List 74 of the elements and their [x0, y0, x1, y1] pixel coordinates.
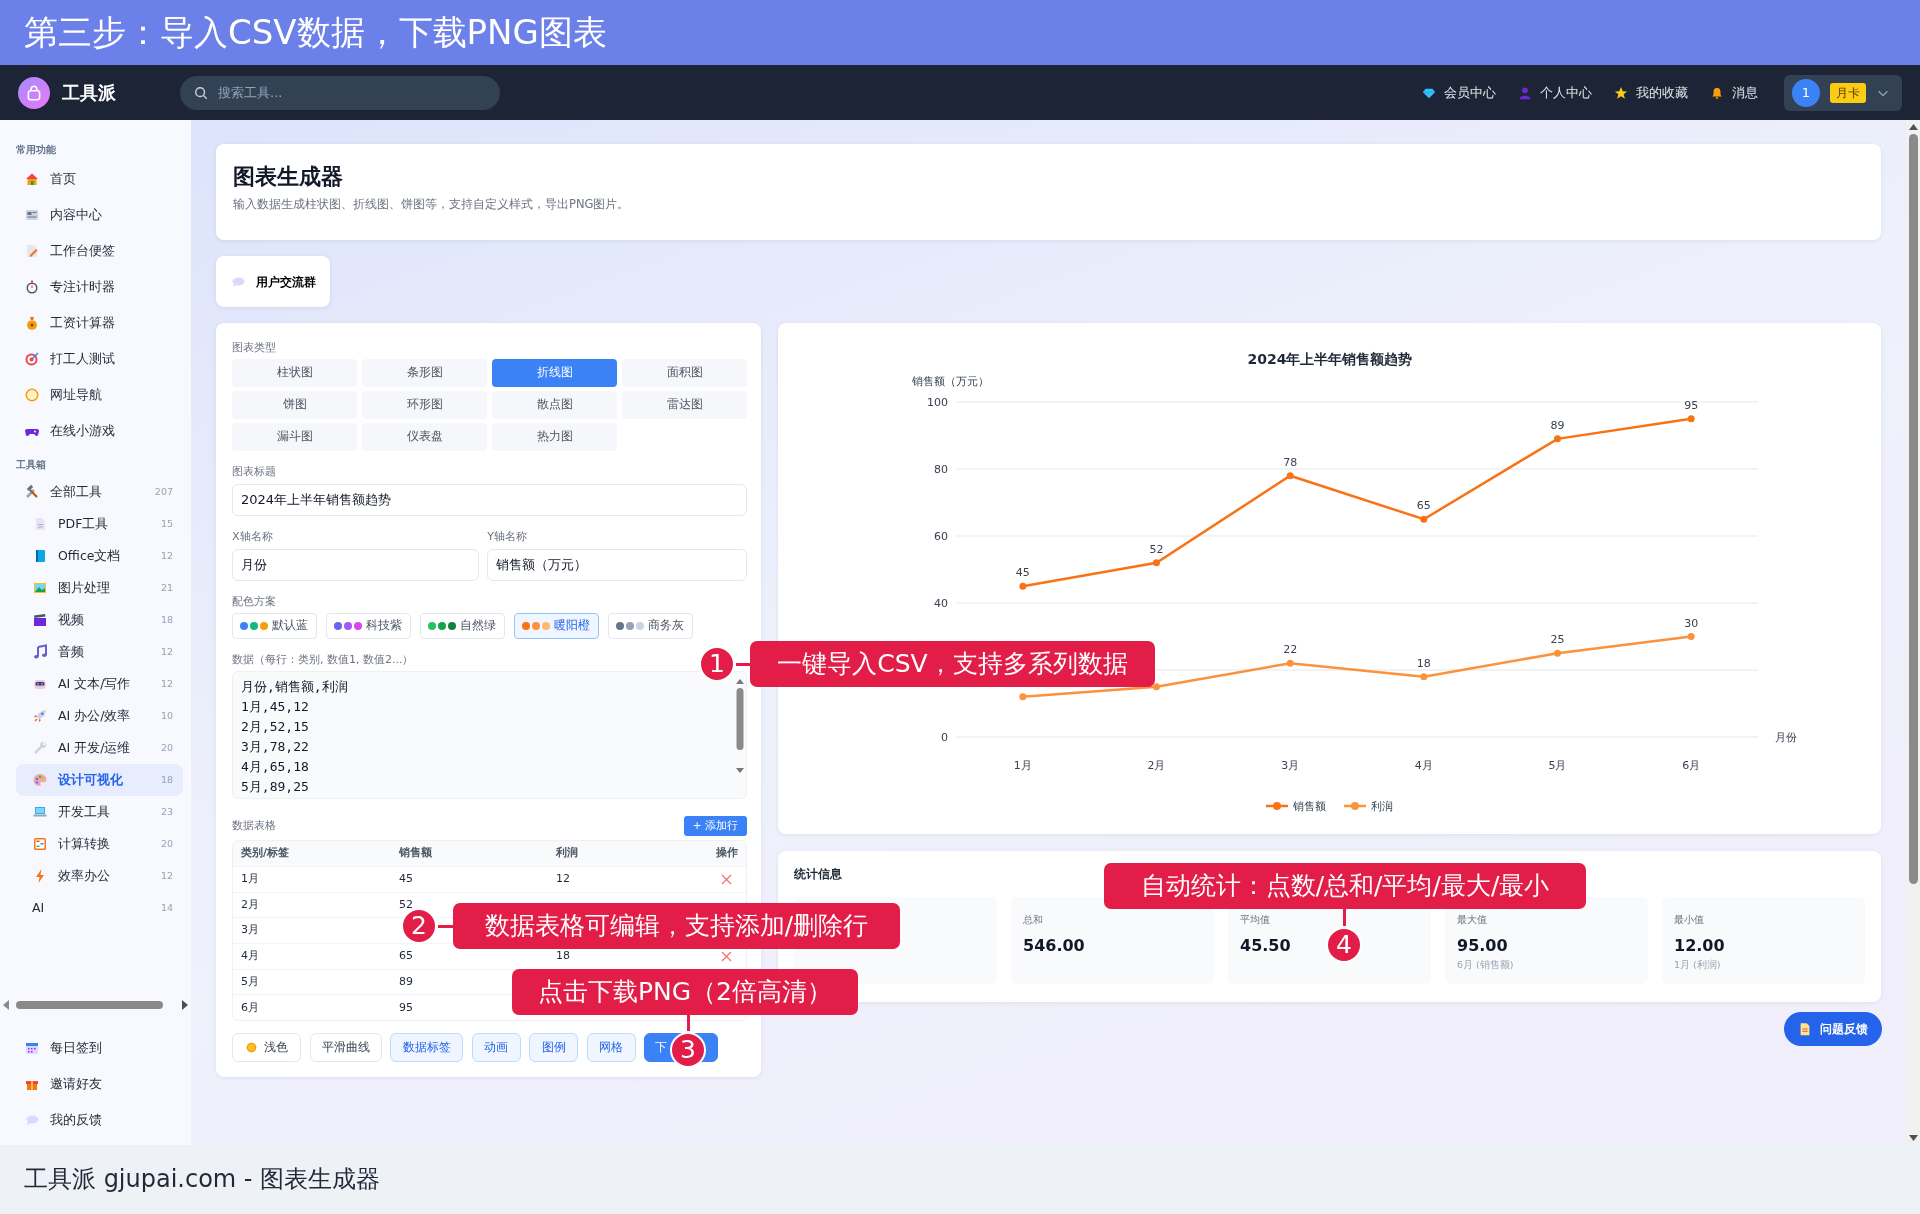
legend-item: 销售额: [1266, 800, 1326, 812]
callout-tooltip: 一键导入CSV，支持多系列数据: [750, 641, 1155, 687]
field-label: X轴名称: [232, 530, 273, 544]
item-count: 12: [160, 676, 173, 691]
membership-badge: 月卡: [1830, 82, 1866, 103]
page-subtitle: 输入数据生成柱状图、折线图、饼图等，支持自定义样式，导出PNG图片。: [233, 196, 631, 214]
data-label: 45: [1015, 566, 1030, 580]
tick-label: 40: [934, 597, 948, 610]
item-count: 20: [160, 740, 173, 755]
stat-label: 平均值: [1240, 913, 1270, 926]
stat-note: 6月 (销售额): [1457, 958, 1515, 971]
data-label: 30: [1684, 616, 1699, 630]
item-count: 10: [160, 708, 173, 723]
stat-value: 12.00: [1674, 936, 1725, 956]
stat-label: 最小值: [1674, 913, 1704, 926]
item-count: 15: [160, 516, 173, 531]
stat-value: 45.50: [1240, 936, 1291, 956]
tick-label: 6月: [1682, 759, 1701, 772]
stat-value: 95.00: [1457, 936, 1508, 956]
field-label: Y轴名称: [487, 530, 528, 544]
stat-value: 546.00: [1023, 936, 1085, 956]
data-label: 22: [1283, 643, 1298, 657]
item-count: 14: [160, 900, 173, 915]
legend-item: 利润: [1344, 800, 1393, 812]
item-count: 21: [160, 580, 173, 595]
axis-title: 月份: [1775, 731, 1797, 744]
axis-title: 销售额（万元）: [911, 375, 989, 388]
tick-label: 2月: [1147, 759, 1166, 772]
column-header: 类别/标签: [241, 845, 291, 862]
item-count: 12: [160, 868, 173, 883]
tick-label: 1月: [1013, 759, 1032, 772]
item-count: 23: [160, 804, 173, 819]
item-count: 12: [160, 644, 173, 659]
field-label: 图表标题: [232, 465, 276, 479]
item-count: 12: [160, 548, 173, 563]
tick-label: 4月: [1414, 759, 1433, 772]
data-label: 52: [1149, 542, 1164, 556]
stat-label: 总和: [1023, 913, 1043, 926]
tick-label: 5月: [1548, 759, 1567, 772]
tick-label: 80: [934, 463, 948, 476]
field-label: 配色方案: [232, 595, 276, 609]
legend-label: 销售额: [1292, 800, 1326, 812]
data-label: 65: [1416, 499, 1431, 513]
item-count: 18: [160, 772, 173, 787]
callout-tooltip: 数据表格可编辑，支持添加/删除行: [453, 903, 900, 949]
item-count: 207: [154, 484, 173, 499]
data-label: 89: [1550, 418, 1565, 432]
data-label: 95: [1684, 398, 1699, 412]
section-heading: 工具箱: [15, 458, 47, 472]
tick-label: 3月: [1281, 759, 1300, 772]
chart-title: 2024年上半年销售额趋势: [1247, 351, 1413, 367]
column-header: 销售额: [399, 845, 433, 862]
data-label: 18: [1416, 656, 1431, 670]
stat-label: 最大值: [1457, 913, 1487, 926]
column-header: 利润: [556, 845, 579, 862]
tick-label: 60: [934, 530, 948, 543]
section-heading: 常用功能: [15, 143, 57, 157]
tick-label: 0: [941, 731, 948, 744]
data-label: 78: [1283, 455, 1298, 469]
field-label: 图表类型: [232, 341, 276, 355]
data-label: 25: [1550, 633, 1565, 647]
stat-note: 1月 (利润): [1674, 958, 1722, 971]
column-header: 操作: [715, 845, 738, 862]
legend-label: 利润: [1371, 800, 1393, 812]
banner-title: 第三步：导入CSV数据，下载PNG图表: [0, 0, 1920, 65]
item-count: 18: [160, 612, 173, 627]
field-label: 数据（每行：类别, 数值1, 数值2...）: [232, 653, 414, 667]
section-title: 统计信息: [794, 866, 843, 883]
page-title: 图表生成器: [233, 164, 344, 191]
field-label: 数据表格: [232, 819, 276, 833]
callout-tooltip: 点击下载PNG（2倍高清）: [512, 969, 858, 1015]
callout-tooltip: 自动统计：点数/总和/平均/最大/最小: [1104, 863, 1586, 909]
tick-label: 100: [927, 396, 948, 409]
item-count: 20: [160, 836, 173, 851]
